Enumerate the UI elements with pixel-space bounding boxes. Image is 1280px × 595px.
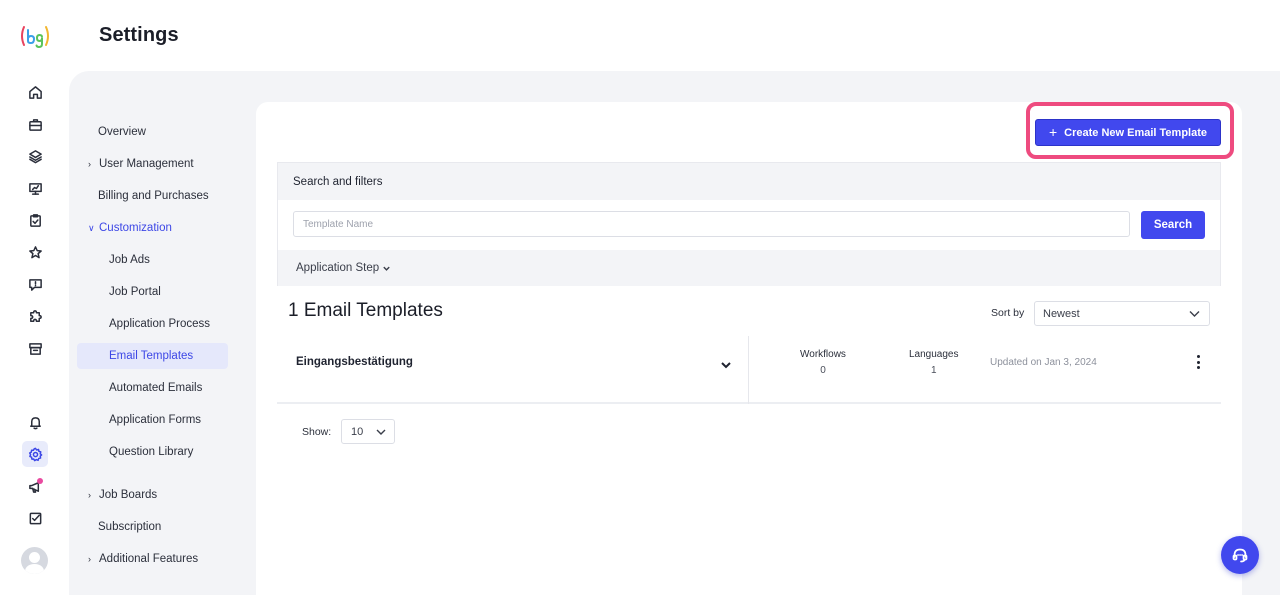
- chevron-down-icon: [1189, 311, 1200, 317]
- chevron-down-icon: [376, 429, 386, 435]
- application-step-label: Application Step: [296, 262, 380, 274]
- settings-nav-label: Application Forms: [109, 414, 202, 426]
- support-headset-icon[interactable]: [1221, 536, 1259, 574]
- layers-icon[interactable]: [22, 143, 48, 169]
- chevron-down-icon: ∨: [88, 222, 95, 233]
- updated-date: Updated on Jan 3, 2024: [990, 357, 1097, 368]
- settings-nav-label: Overview: [98, 126, 146, 138]
- settings-nav-label: Email Templates: [109, 350, 194, 362]
- page-title: Settings: [99, 24, 179, 46]
- settings-nav-label: Question Library: [109, 446, 194, 458]
- template-name: Eingangsbestätigung: [296, 356, 413, 368]
- application-step-filter[interactable]: Application Step: [278, 250, 1220, 286]
- settings-nav-label: Automated Emails: [109, 382, 203, 394]
- settings-nav-label: User Management: [99, 158, 194, 170]
- settings-nav-billing[interactable]: Billing and Purchases: [77, 183, 228, 209]
- page-size-select[interactable]: 10: [341, 419, 395, 444]
- left-rail: [0, 0, 69, 595]
- show-label: Show:: [302, 426, 332, 438]
- create-email-template-label: Create New Email Template: [1064, 126, 1208, 139]
- workflows-value: 0: [820, 365, 826, 376]
- settings-nav-customization[interactable]: ∨ Customization: [77, 215, 228, 241]
- chevron-right-icon: ›: [88, 554, 91, 564]
- app-root: Settings Overview › User Management Bill…: [0, 0, 1280, 595]
- settings-nav-email-templates[interactable]: Email Templates: [77, 343, 228, 369]
- presentation-icon[interactable]: [22, 175, 48, 201]
- settings-nav-subscription[interactable]: Subscription: [77, 514, 228, 540]
- settings-nav-automated-emails[interactable]: Automated Emails: [77, 375, 228, 401]
- settings-nav-user-management[interactable]: › User Management: [77, 151, 228, 177]
- settings-nav-application-forms[interactable]: Application Forms: [77, 407, 228, 433]
- chevron-right-icon: ›: [88, 490, 91, 500]
- languages-stat: Languages 1: [909, 349, 959, 376]
- settings-nav-label: Job Ads: [109, 254, 150, 266]
- notification-dot: [37, 478, 43, 484]
- megaphone-icon[interactable]: [22, 473, 48, 499]
- settings-nav-label: Application Process: [109, 318, 210, 330]
- chevron-down-icon: [383, 266, 390, 271]
- settings-nav-label: Subscription: [98, 521, 162, 533]
- chat-icon[interactable]: [22, 271, 48, 297]
- star-icon[interactable]: [22, 239, 48, 265]
- template-name-input[interactable]: [293, 211, 1130, 237]
- create-email-template-button[interactable]: + Create New Email Template: [1035, 119, 1221, 146]
- languages-value: 1: [930, 365, 937, 376]
- settings-nav-additional-features[interactable]: › Additional Features: [77, 546, 228, 572]
- workflows-stat: Workflows 0: [800, 349, 846, 376]
- sort-select[interactable]: Newest: [1034, 301, 1210, 326]
- settings-nav-overview[interactable]: Overview: [77, 119, 228, 145]
- home-icon[interactable]: [22, 79, 48, 105]
- settings-nav-job-ads[interactable]: Job Ads: [77, 247, 228, 273]
- settings-nav-job-boards[interactable]: › Job Boards: [77, 482, 228, 508]
- settings-nav-label: Job Portal: [109, 286, 161, 298]
- search-and-filters: Search and filters Search Application St…: [277, 162, 1221, 286]
- gear-icon[interactable]: [22, 441, 48, 467]
- workflows-label: Workflows: [800, 349, 846, 360]
- briefcase-icon[interactable]: [22, 111, 48, 137]
- checkbox-icon[interactable]: [22, 505, 48, 531]
- templates-count-title: 1 Email Templates: [288, 300, 443, 321]
- archive-icon[interactable]: [22, 335, 48, 361]
- brand-logo[interactable]: [20, 24, 50, 48]
- avatar[interactable]: [21, 547, 48, 574]
- puzzle-icon[interactable]: [22, 303, 48, 329]
- page-size-value: 10: [351, 425, 364, 438]
- languages-label: Languages: [909, 349, 959, 360]
- chevron-down-icon[interactable]: [720, 357, 732, 369]
- settings-nav-question-library[interactable]: Question Library: [77, 439, 228, 465]
- settings-nav-label: Job Boards: [99, 489, 158, 501]
- settings-nav-label: Additional Features: [99, 553, 199, 565]
- settings-nav-job-portal[interactable]: Job Portal: [77, 279, 228, 305]
- settings-nav-application-process[interactable]: Application Process: [77, 311, 228, 337]
- table-row[interactable]: Eingangsbestätigung Workflows 0 Language…: [277, 336, 1221, 404]
- settings-nav-label: Customization: [99, 222, 172, 234]
- chevron-right-icon: ›: [88, 159, 91, 169]
- more-options-icon[interactable]: [1195, 355, 1201, 369]
- sort-select-value: Newest: [1043, 307, 1080, 320]
- search-button[interactable]: Search: [1141, 211, 1205, 239]
- filters-title: Search and filters: [278, 163, 1220, 200]
- bell-icon[interactable]: [22, 409, 48, 435]
- plus-icon: +: [1048, 123, 1058, 140]
- clipboard-check-icon[interactable]: [22, 207, 48, 233]
- row-divider: [748, 336, 749, 404]
- sort-by-label: Sort by: [991, 307, 1025, 319]
- settings-nav-label: Billing and Purchases: [98, 190, 209, 202]
